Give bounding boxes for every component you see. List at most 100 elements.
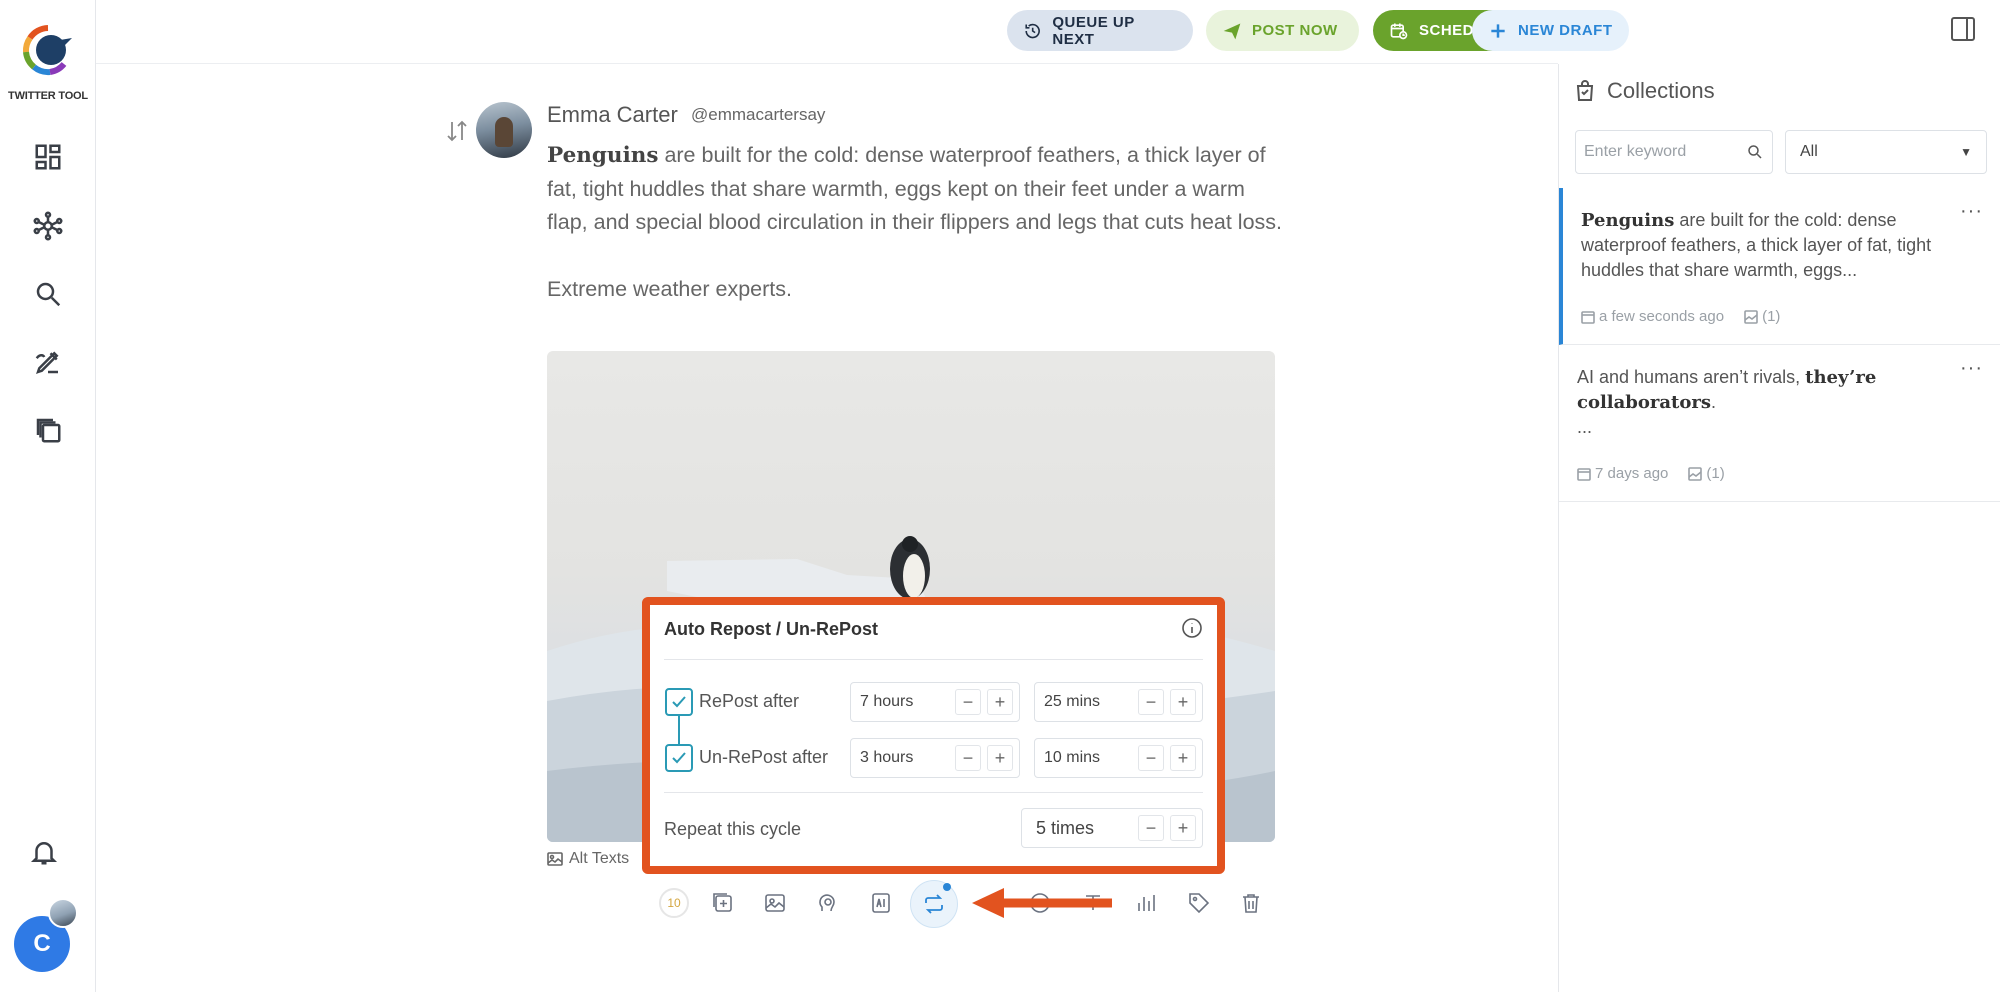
sidebar-item-compose[interactable] — [28, 342, 68, 382]
brand-logo[interactable] — [20, 22, 76, 78]
sidebar-item-search[interactable] — [28, 274, 68, 314]
collection-item-bold: Penguins — [1581, 210, 1675, 231]
compose-icon — [35, 351, 59, 374]
search-icon[interactable] — [1746, 143, 1764, 161]
active-indicator — [943, 883, 951, 891]
image-text-icon — [547, 852, 563, 866]
dashboard-icon — [35, 144, 61, 170]
author-handle: @emmacartersay — [691, 105, 826, 124]
unrepost-hours-stepper[interactable]: 3 hours − + — [850, 738, 1020, 778]
left-sidebar: TWITTER TOOL C — [0, 0, 96, 992]
created-time-text: a few seconds ago — [1599, 308, 1725, 325]
repost-hours-stepper[interactable]: 7 hours − + — [850, 682, 1020, 722]
info-button[interactable] — [1181, 617, 1203, 639]
image-count: (1) — [1688, 465, 1725, 482]
delete-button[interactable] — [1234, 886, 1268, 920]
decrement-button[interactable]: − — [955, 745, 981, 771]
created-time: a few seconds ago — [1581, 308, 1724, 325]
notifications-button[interactable] — [24, 832, 64, 872]
collection-item[interactable]: Penguins are built for the cold: dense w… — [1559, 188, 2000, 345]
calendar-icon — [1577, 467, 1591, 481]
check-icon — [672, 696, 686, 708]
collection-item-meta: a few seconds ago (1) — [1581, 308, 1780, 325]
unrepost-hours-value: 3 hours — [860, 749, 914, 766]
sidebar-item-copy[interactable] — [28, 410, 68, 450]
queue-up-next-button[interactable]: QUEUE UP NEXT — [1007, 10, 1193, 51]
collection-item[interactable]: AI and humans aren’t rivals, they’re col… — [1559, 345, 2000, 502]
network-icon — [33, 211, 63, 241]
add-image-button[interactable] — [758, 886, 792, 920]
keyword-search-input[interactable] — [1584, 143, 1734, 161]
more-options-button[interactable]: ··· — [1960, 357, 1983, 380]
caret-down-icon: ▼ — [1960, 145, 1972, 159]
poll-button[interactable] — [1129, 886, 1163, 920]
hook-button[interactable] — [811, 886, 845, 920]
increment-button[interactable]: + — [1170, 689, 1196, 715]
repost-mins-stepper[interactable]: 25 mins − + — [1034, 682, 1203, 722]
auto-repost-button[interactable] — [910, 880, 958, 928]
repeat-cycle-label: Repeat this cycle — [664, 819, 802, 839]
shopping-bag-icon — [1576, 80, 1594, 101]
alt-texts-label: Alt Texts — [569, 850, 630, 867]
decrement-button[interactable]: − — [1138, 745, 1164, 771]
collection-filter-select[interactable]: All ▼ — [1785, 130, 1987, 174]
popup-title: Auto Repost / Un-RePost — [664, 619, 878, 639]
popup-divider — [664, 792, 1203, 793]
image-count: (1) — [1744, 308, 1780, 325]
collections-header: Collections — [1573, 78, 1715, 104]
more-options-button[interactable]: ··· — [1960, 200, 1983, 223]
collection-item-meta: 7 days ago (1) — [1577, 465, 1725, 482]
collection-item-pre: AI and humans aren’t rivals, — [1577, 367, 1806, 387]
app-root: TWITTER TOOL C QUEUE UP NEXT POST NOW SC… — [0, 0, 2000, 992]
bar-chart-icon — [1138, 895, 1155, 911]
created-time-text: 7 days ago — [1595, 465, 1669, 482]
decrement-button[interactable]: − — [1138, 689, 1164, 715]
unrepost-checkbox[interactable] — [665, 744, 693, 772]
image-icon — [1688, 466, 1703, 481]
annotation-arrow — [972, 888, 1112, 918]
author-avatar — [476, 102, 532, 158]
decrement-button[interactable]: − — [955, 689, 981, 715]
account-avatar[interactable] — [48, 898, 78, 928]
info-icon — [1182, 618, 1202, 638]
increment-button[interactable]: + — [1170, 815, 1196, 841]
filter-value: All — [1800, 143, 1818, 160]
sidebar-item-network[interactable] — [28, 206, 68, 246]
collection-item-text: AI and humans aren’t rivals, they’re col… — [1577, 365, 1957, 440]
post-body[interactable]: Penguins are built for the cold: dense w… — [547, 139, 1287, 306]
brain-icon — [819, 894, 835, 912]
character-counter: 10 — [659, 888, 689, 918]
panel-toggle-icon[interactable] — [1950, 16, 1976, 42]
post-now-button[interactable]: POST NOW — [1206, 10, 1359, 51]
bell-icon — [30, 842, 58, 865]
collection-item-ellipsis: ... — [1577, 417, 1593, 437]
new-draft-button[interactable]: NEW DRAFT — [1472, 10, 1629, 51]
unrepost-mins-stepper[interactable]: 10 mins − + — [1034, 738, 1203, 778]
tag-button[interactable] — [1182, 886, 1216, 920]
alt-texts-button[interactable]: Alt Texts — [547, 850, 629, 868]
increment-button[interactable]: + — [987, 689, 1013, 715]
repeat-count-stepper[interactable]: 5 times − + — [1021, 808, 1203, 848]
copy-icon — [36, 418, 61, 443]
post-paragraph-1: Penguins are built for the cold: dense w… — [547, 139, 1287, 240]
search-icon — [36, 282, 61, 307]
add-card-icon — [713, 893, 732, 912]
add-thread-button[interactable] — [706, 886, 740, 920]
repeat-count-value: 5 times — [1036, 817, 1095, 838]
post-text: are built for the cold: dense waterproof… — [547, 143, 1283, 234]
ai-button[interactable] — [864, 886, 898, 920]
image-count-text: (1) — [1706, 465, 1725, 482]
sidebar-item-dashboard[interactable] — [28, 137, 68, 177]
checkbox-connector — [678, 716, 680, 746]
decrement-button[interactable]: − — [1138, 815, 1164, 841]
increment-button[interactable]: + — [987, 745, 1013, 771]
send-icon — [1223, 23, 1241, 39]
collection-item-text: Penguins are built for the cold: dense w… — [1581, 208, 1961, 283]
increment-button[interactable]: + — [1170, 745, 1196, 771]
calendar-icon — [1581, 310, 1595, 324]
popup-divider — [664, 659, 1203, 660]
collections-search[interactable] — [1575, 130, 1773, 174]
repost-checkbox[interactable] — [665, 688, 693, 716]
collections-title: Collections — [1607, 78, 1715, 103]
reorder-icon[interactable] — [444, 118, 470, 144]
